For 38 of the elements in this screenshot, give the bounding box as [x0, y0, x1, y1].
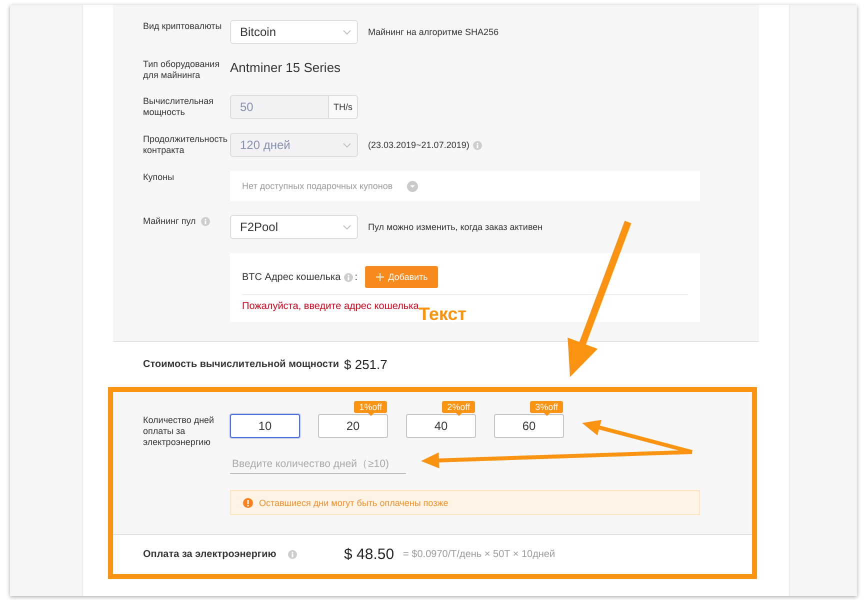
dropdown-select[interactable]: Bitcoin: [230, 20, 358, 44]
days-input[interactable]: Введите количество дней（≥10): [230, 454, 406, 474]
field-note: Пул можно изменить, когда заказ активен: [368, 222, 543, 232]
field-label: Тип оборудования для майнинга: [143, 58, 221, 81]
discount-badge: 3%off: [530, 401, 563, 416]
chevron-circle-icon: [406, 180, 418, 192]
cost-formula: = $0.0970/T/день × 50T × 10дней: [403, 549, 556, 560]
day-option[interactable]: 20: [318, 414, 388, 438]
field-label: Вид криптовалюты: [143, 20, 222, 32]
field-note: (23.03.2019~21.07.2019): [368, 140, 470, 150]
field-label: Вычислительная мощность: [143, 95, 214, 118]
day-option[interactable]: 10: [230, 414, 300, 438]
annotation-label: Текст: [418, 304, 466, 324]
dropdown-select[interactable]: F2Pool: [230, 215, 358, 239]
day-option[interactable]: 40: [406, 414, 476, 438]
field-label: Продолжительность контракта: [143, 133, 229, 156]
colon-label: :: [354, 272, 358, 282]
chevron-down-icon: [343, 224, 351, 230]
field-note: Майнинг на алгоритме SHA256: [368, 27, 499, 37]
error-message: Пожалуйста, введите адрес кошелька: [242, 300, 419, 314]
field-label: Майнинг пул: [143, 215, 196, 227]
discount-badge: 2%off: [442, 401, 475, 416]
electricity-cost: $ 48.50: [344, 546, 394, 563]
day-option[interactable]: 60: [494, 414, 564, 438]
electricity-label: Оплата за электроэнергию: [143, 549, 276, 560]
unit-label: TH/s: [328, 95, 358, 119]
cost-label: Стоимость вычислительной мощности: [143, 359, 340, 370]
warning-icon: [243, 498, 253, 508]
field-label: Купоны: [143, 171, 174, 183]
field-label: Количество дней оплаты за электроэнергию: [143, 414, 216, 448]
chevron-down-icon: [343, 142, 351, 148]
cost-value: $ 251.7: [344, 357, 388, 372]
discount-badge: 1%off: [354, 401, 387, 416]
field-value: Antminer 15 Series: [230, 59, 341, 77]
warning-text: Оставшиеся дни могут быть оплачены позже: [259, 498, 448, 508]
chevron-down-icon: [343, 30, 351, 34]
wallet-label: BTC Адрес кошелька: [242, 272, 341, 282]
plus-icon: [376, 273, 384, 281]
